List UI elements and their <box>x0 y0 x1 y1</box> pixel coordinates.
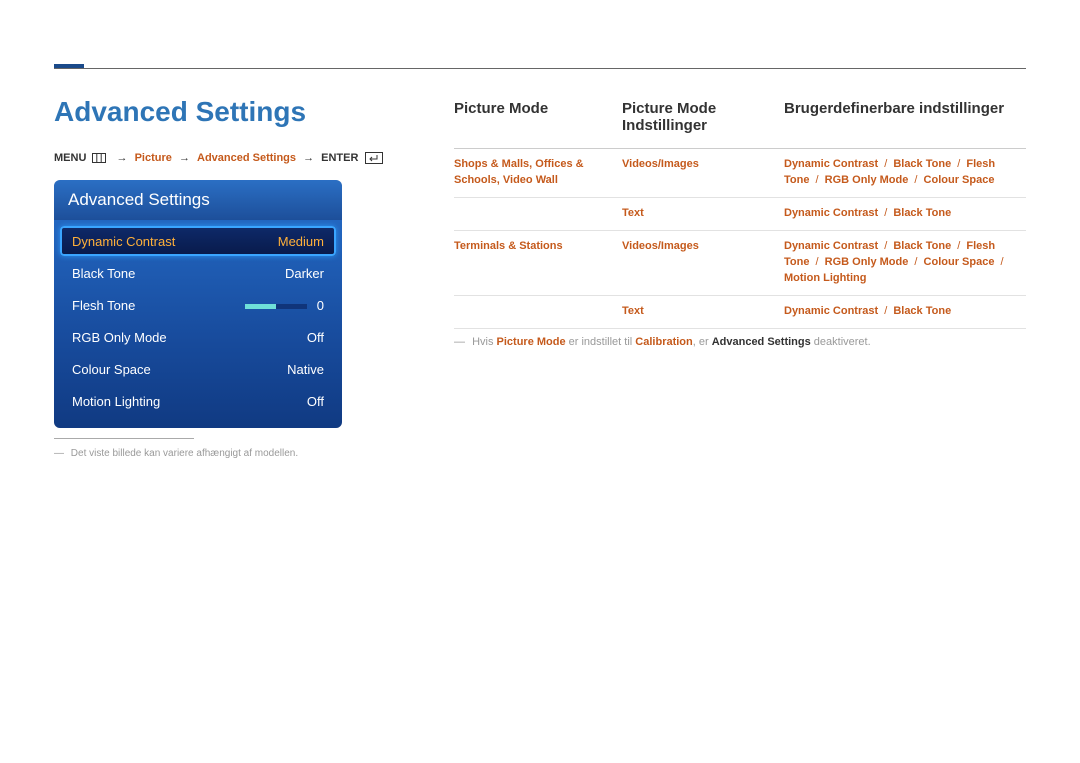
table-cell-picture-mode <box>454 295 622 328</box>
table-row: TextDynamic Contrast / Black Tone <box>454 295 1026 328</box>
separator-slash: / <box>878 240 893 252</box>
table-note-row: ― Hvis Picture Mode er indstillet til Ca… <box>454 328 1026 358</box>
setting-name: RGB Only Mode <box>825 256 909 268</box>
osd-row-label: Dynamic Contrast <box>72 234 254 249</box>
separator-slash: / <box>878 158 893 170</box>
osd-row-black-tone[interactable]: Black Tone Darker <box>60 258 336 288</box>
table-cell-user-settings: Dynamic Contrast / Black Tone / Flesh To… <box>784 230 1026 295</box>
separator-slash: / <box>951 158 966 170</box>
setting-name: Dynamic Contrast <box>784 240 878 252</box>
table-row: Terminals & StationsVideos/ImagesDynamic… <box>454 230 1026 295</box>
setting-name: Black Tone <box>893 158 951 170</box>
osd-row-label: Colour Space <box>72 362 254 377</box>
slider-icon <box>245 304 307 309</box>
breadcrumb: MENU → Picture → Advanced Settings → ENT… <box>54 152 386 164</box>
osd-body: Dynamic Contrast Medium Black Tone Darke… <box>54 220 342 428</box>
table-header-user-settings: Brugerdefinerbare indstillinger <box>784 100 1026 149</box>
arrow-right-icon: → <box>299 152 318 164</box>
note-text: er indstillet til <box>566 336 636 348</box>
table-header-picture-mode: Picture Mode <box>454 100 622 149</box>
note-picture-mode: Picture Mode <box>497 336 566 348</box>
osd-title: Advanced Settings <box>54 180 342 220</box>
page-title: Advanced Settings <box>54 96 306 128</box>
breadcrumb-picture: Picture <box>135 152 172 164</box>
osd-row-value: Darker <box>254 266 324 281</box>
separator-slash: / <box>908 174 923 186</box>
table-cell-picture-mode-settings: Text <box>622 295 784 328</box>
arrow-right-icon: → <box>175 152 194 164</box>
note-advanced-settings: Advanced Settings <box>712 336 811 348</box>
setting-name: Dynamic Contrast <box>784 158 878 170</box>
osd-row-label: Black Tone <box>72 266 254 281</box>
breadcrumb-advanced: Advanced Settings <box>197 152 296 164</box>
footnote-text: Det viste billede kan variere afhængigt … <box>71 448 298 459</box>
note-text: , er <box>693 336 712 348</box>
osd-row-value: 0 <box>245 298 324 313</box>
setting-name: Black Tone <box>893 305 951 317</box>
osd-row-value: Off <box>254 394 324 409</box>
osd-row-motion-lighting[interactable]: Motion Lighting Off <box>60 386 336 416</box>
osd-row-rgb-only-mode[interactable]: RGB Only Mode Off <box>60 322 336 352</box>
setting-name: Dynamic Contrast <box>784 207 878 219</box>
osd-row-dynamic-contrast[interactable]: Dynamic Contrast Medium <box>60 226 336 256</box>
arrow-right-icon: → <box>113 152 132 164</box>
osd-row-label: Motion Lighting <box>72 394 254 409</box>
table-cell-user-settings: Dynamic Contrast / Black Tone <box>784 295 1026 328</box>
table-cell-picture-mode-settings: Text <box>622 197 784 230</box>
separator-slash: / <box>878 207 893 219</box>
setting-name: RGB Only Mode <box>825 174 909 186</box>
setting-name: Colour Space <box>924 174 995 186</box>
osd-row-label: Flesh Tone <box>72 298 245 313</box>
osd-row-value: Off <box>254 330 324 345</box>
note-text: deaktiveret. <box>811 336 871 348</box>
separator-slash: / <box>878 305 893 317</box>
enter-icon <box>365 152 383 164</box>
separator-slash: / <box>951 240 966 252</box>
osd-row-label: RGB Only Mode <box>72 330 254 345</box>
separator-slash: / <box>809 174 824 186</box>
note-calibration: Calibration <box>635 336 692 348</box>
dash-icon: ― <box>54 448 64 459</box>
settings-table: Picture Mode Picture Mode Indstillinger … <box>454 100 1026 359</box>
breadcrumb-menu-label: MENU <box>54 152 86 164</box>
footnote: ― Det viste billede kan variere afhængig… <box>54 448 298 459</box>
osd-row-value: Medium <box>254 234 324 249</box>
menu-grid-icon <box>92 153 106 163</box>
osd-row-value: Native <box>254 362 324 377</box>
separator-slash: / <box>908 256 923 268</box>
table-cell-picture-mode: Terminals & Stations <box>454 230 622 295</box>
setting-name: Colour Space <box>924 256 995 268</box>
osd-row-colour-space[interactable]: Colour Space Native <box>60 354 336 384</box>
osd-slider-value: 0 <box>317 298 324 313</box>
table-row: Shops & Malls, Offices & Schools, Video … <box>454 149 1026 198</box>
dash-icon: ― <box>454 336 465 348</box>
table-header-picture-mode-settings: Picture Mode Indstillinger <box>622 100 784 149</box>
setting-name: Motion Lighting <box>784 272 866 284</box>
separator-slash: / <box>994 256 1006 268</box>
table-cell-user-settings: Dynamic Contrast / Black Tone / Flesh To… <box>784 149 1026 198</box>
table-cell-picture-mode: Shops & Malls, Offices & Schools, Video … <box>454 149 622 198</box>
note-text: Hvis <box>472 336 496 348</box>
breadcrumb-enter-label: ENTER <box>321 152 358 164</box>
header-divider <box>54 68 1026 69</box>
separator-slash: / <box>809 256 824 268</box>
table-cell-picture-mode-settings: Videos/Images <box>622 149 784 198</box>
table-cell-picture-mode-settings: Videos/Images <box>622 230 784 295</box>
setting-name: Black Tone <box>893 240 951 252</box>
footnote-divider <box>54 438 194 439</box>
osd-row-flesh-tone[interactable]: Flesh Tone 0 <box>60 290 336 320</box>
table-row: TextDynamic Contrast / Black Tone <box>454 197 1026 230</box>
table-cell-picture-mode <box>454 197 622 230</box>
setting-name: Black Tone <box>893 207 951 219</box>
table-cell-user-settings: Dynamic Contrast / Black Tone <box>784 197 1026 230</box>
setting-name: Dynamic Contrast <box>784 305 878 317</box>
osd-panel: Advanced Settings Dynamic Contrast Mediu… <box>54 180 342 428</box>
